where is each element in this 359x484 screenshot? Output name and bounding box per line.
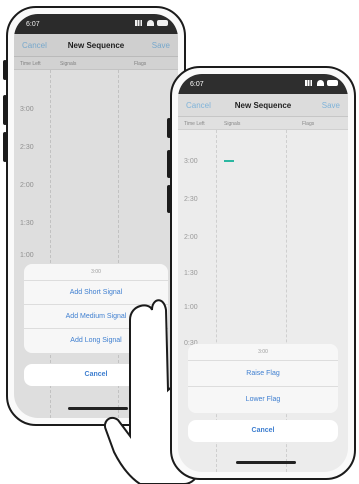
- action-sheet-title: 3:00: [24, 264, 168, 281]
- wifi-icon: [317, 80, 324, 86]
- status-time: 6:07: [190, 81, 204, 88]
- side-button: [167, 118, 171, 138]
- side-button: [167, 185, 171, 213]
- short-signal-marker[interactable]: [224, 160, 234, 162]
- nav-bar: Cancel New Sequence Save: [178, 94, 348, 117]
- signal-icon: [305, 80, 314, 86]
- raise-flag-button[interactable]: Raise Flag: [188, 361, 338, 387]
- time-label: 2:00: [184, 234, 198, 241]
- status-bar: 6:07: [178, 74, 348, 94]
- side-button: [167, 150, 171, 178]
- time-label: 2:30: [184, 196, 198, 203]
- sheet-cancel-button[interactable]: Cancel: [188, 420, 338, 442]
- time-label: 1:00: [184, 304, 198, 311]
- column-headers: Time Left Signals Flags: [178, 117, 348, 130]
- time-label: 1:30: [184, 270, 198, 277]
- side-button: [3, 132, 7, 162]
- column-header-time: Time Left: [184, 121, 205, 127]
- column-header-signals: Signals: [224, 121, 241, 127]
- side-button: [3, 95, 7, 125]
- side-button: [3, 60, 7, 80]
- action-sheet-title: 3:00: [188, 344, 338, 361]
- battery-icon: [327, 80, 338, 86]
- column-header-flags: Flags: [302, 121, 315, 127]
- right-phone: 6:07 Cancel New Sequence Save Time Left …: [170, 66, 356, 480]
- action-sheet: 3:00 Raise Flag Lower Flag: [188, 344, 338, 413]
- right-screen: 6:07 Cancel New Sequence Save Time Left …: [178, 74, 348, 472]
- home-indicator: [236, 461, 296, 464]
- lower-flag-button[interactable]: Lower Flag: [188, 387, 338, 413]
- nav-save-button[interactable]: Save: [322, 101, 340, 110]
- status-icons: [305, 80, 338, 86]
- time-label: 3:00: [184, 158, 198, 165]
